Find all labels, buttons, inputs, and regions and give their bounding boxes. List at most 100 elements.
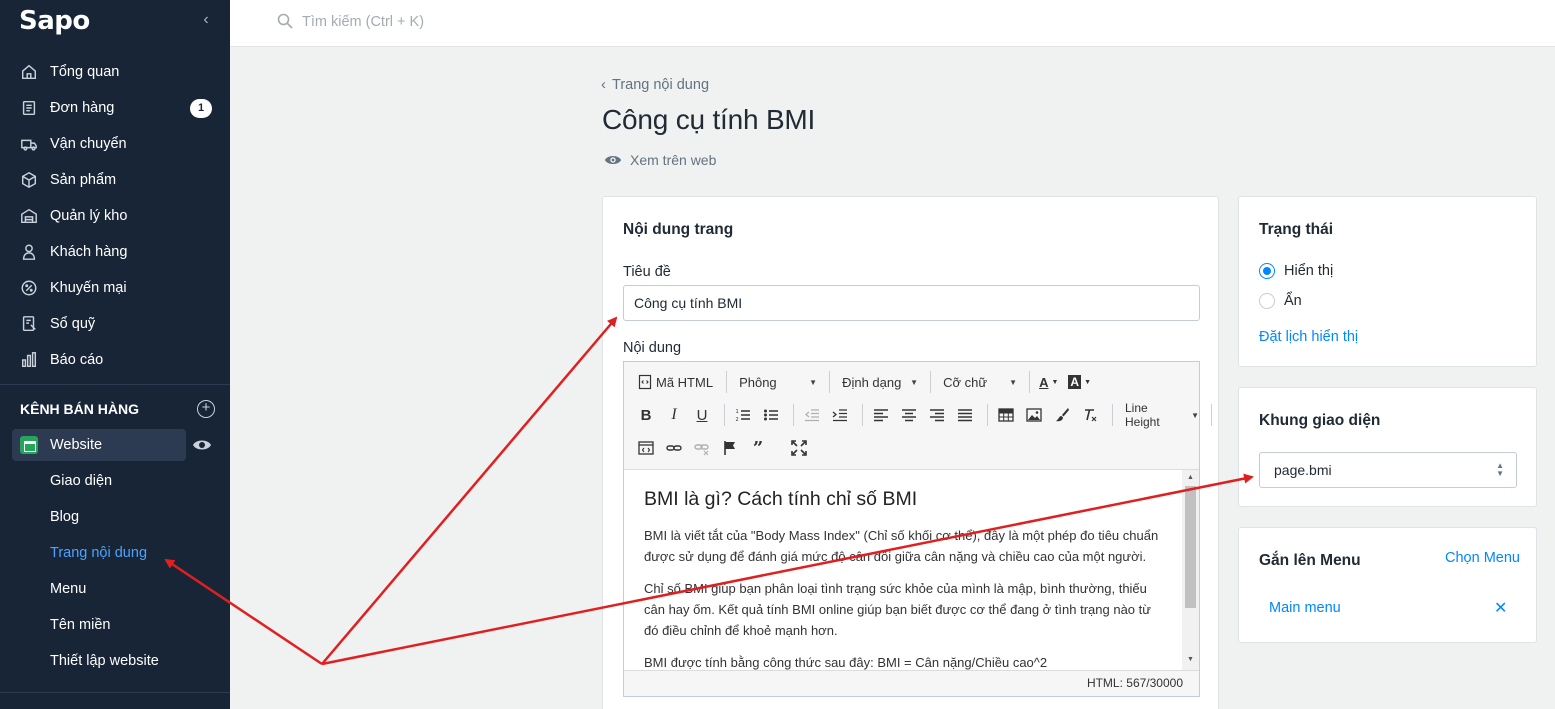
indent-icon — [832, 409, 847, 422]
align-center-button[interactable] — [897, 403, 921, 427]
sidebar-item-orders[interactable]: Đơn hàng 1 — [0, 90, 230, 126]
toolbar-separator — [1112, 404, 1113, 426]
remove-menu-close-icon[interactable]: ✕ — [1494, 598, 1507, 618]
sidebar-subitem-themes[interactable]: Giao diện — [0, 463, 230, 499]
search-input[interactable] — [302, 11, 602, 33]
sapo-logo[interactable]: Sapo — [19, 6, 90, 36]
eye-icon — [604, 155, 622, 165]
font-dropdown[interactable]: Phông ▼ — [733, 370, 823, 394]
align-left-button[interactable] — [869, 403, 893, 427]
template-select-value: page.bmi — [1274, 462, 1332, 478]
sidebar-item-customers[interactable]: Khách hàng — [0, 234, 230, 270]
add-channel-plus-icon[interactable]: + — [197, 400, 215, 418]
clear-format-button[interactable] — [1078, 403, 1102, 427]
html-source-button[interactable]: Mã HTML — [634, 370, 716, 394]
sidebar-item-label: Khuyến mại — [50, 280, 127, 296]
visibility-show-radio[interactable]: Hiển thị — [1259, 263, 1333, 279]
page-title: Công cụ tính BMI — [602, 104, 816, 135]
toolbar-separator — [930, 371, 932, 393]
radio-unselected-icon — [1259, 293, 1275, 309]
sidebar-item-reports[interactable]: Báo cáo — [0, 342, 230, 378]
sidebar-item-cashbook[interactable]: Sổ quỹ — [0, 306, 230, 342]
background-color-button[interactable]: A ▼ — [1065, 370, 1094, 394]
sidebar-item-inventory[interactable]: Quản lý kho — [0, 198, 230, 234]
choose-menu-link[interactable]: Chọn Menu — [1445, 550, 1520, 566]
discount-icon — [20, 279, 38, 297]
anchor-flag-button[interactable] — [718, 436, 742, 460]
fullscreen-button[interactable] — [787, 436, 811, 460]
sidebar-item-website[interactable]: Website — [12, 429, 186, 461]
select-arrows-icon: ▲ ▼ — [1496, 461, 1504, 478]
search-icon — [277, 13, 293, 29]
template-select[interactable]: page.bmi ▲ ▼ — [1259, 452, 1517, 488]
sidebar-subitem-domains[interactable]: Tên miền — [0, 607, 230, 643]
sidebar-item-label: Sổ quỹ — [50, 316, 96, 332]
sales-channel-heading: KÊNH BÁN HÀNG + — [20, 398, 215, 420]
code-view-button[interactable] — [634, 436, 658, 460]
schedule-visibility-link[interactable]: Đặt lịch hiển thị — [1259, 329, 1358, 345]
caret-down-icon: ▼ — [809, 377, 818, 387]
align-left-icon — [874, 409, 888, 422]
website-sub-nav: Giao diện Blog Trang nội dung Menu Tên m… — [0, 463, 230, 679]
unlink-button[interactable] — [690, 436, 714, 460]
arrow-to-title-input — [321, 316, 618, 665]
menu-item-link[interactable]: Main menu — [1269, 600, 1341, 616]
view-on-web-link[interactable]: Xem trên web — [604, 152, 716, 168]
editor-scrollbar[interactable]: ▲ ▼ — [1182, 470, 1199, 670]
text-color-button[interactable]: A ▼ — [1036, 370, 1061, 394]
scroll-up-arrow-icon[interactable]: ▲ — [1186, 474, 1195, 481]
format-dropdown-label: Định dạng — [842, 374, 902, 390]
visibility-hide-radio[interactable]: Ẩn — [1259, 293, 1302, 309]
fullscreen-icon — [791, 440, 807, 456]
sidebar-item-label: Sản phẩm — [50, 172, 117, 188]
collapse-sidebar-chevron-icon[interactable]: ‹ — [199, 10, 213, 30]
bold-button[interactable]: B — [634, 403, 658, 427]
align-justify-button[interactable] — [953, 403, 977, 427]
unlink-icon — [694, 444, 709, 456]
insert-table-button[interactable] — [994, 403, 1018, 427]
scrollbar-thumb[interactable] — [1185, 486, 1196, 608]
sidebar-item-label: Khách hàng — [50, 244, 128, 260]
format-painter-button[interactable] — [1050, 403, 1074, 427]
card-heading: Nội dung trang — [623, 221, 734, 238]
code-view-icon — [638, 441, 654, 455]
link-icon — [666, 445, 682, 451]
insert-image-button[interactable] — [1022, 403, 1046, 427]
breadcrumb-back-link[interactable]: ‹ Trang nội dung — [601, 76, 709, 93]
home-icon — [20, 63, 38, 81]
ordered-list-button[interactable]: 12 — [731, 403, 755, 427]
align-right-button[interactable] — [925, 403, 949, 427]
toolbar-separator — [793, 404, 794, 426]
content-heading: BMI là gì? Cách tính chỉ số BMI — [644, 488, 918, 510]
underline-button[interactable]: U — [690, 403, 714, 427]
radio-label: Hiển thị — [1284, 263, 1334, 279]
sidebar-item-promotions[interactable]: Khuyến mại — [0, 270, 230, 306]
editor-content-area[interactable]: BMI là gì? Cách tính chỉ số BMI BMI là v… — [624, 470, 1182, 670]
card-heading: Khung giao diện — [1259, 412, 1381, 429]
sidebar-item-label: Báo cáo — [50, 352, 104, 368]
line-height-dropdown[interactable]: Line Height ▼ — [1119, 401, 1205, 429]
outdent-button[interactable] — [800, 403, 824, 427]
truck-icon — [20, 135, 38, 153]
scroll-down-arrow-icon[interactable]: ▼ — [1186, 656, 1195, 663]
bullet-list-button[interactable] — [759, 403, 783, 427]
sidebar-item-products[interactable]: Sản phẩm — [0, 162, 230, 198]
blockquote-button[interactable]: ” — [746, 436, 770, 460]
sidebar-subitem-menu[interactable]: Menu — [0, 571, 230, 607]
sidebar-item-overview[interactable]: Tổng quan — [0, 54, 230, 90]
caret-down-icon: ▼ — [1191, 410, 1199, 420]
title-input[interactable] — [623, 285, 1200, 321]
sidebar-subitem-website-settings[interactable]: Thiết lập website — [0, 643, 230, 679]
sidebar-item-shipping[interactable]: Vận chuyển — [0, 126, 230, 162]
insert-link-button[interactable] — [662, 436, 686, 460]
indent-button[interactable] — [828, 403, 852, 427]
view-website-eye-icon[interactable] — [192, 436, 212, 454]
caret-down-icon: ▼ — [910, 377, 919, 387]
sidebar-subitem-blog[interactable]: Blog — [0, 499, 230, 535]
italic-button[interactable]: I — [662, 403, 686, 427]
font-size-dropdown[interactable]: Cỡ chữ ▼ — [937, 370, 1023, 394]
format-dropdown[interactable]: Định dạng ▼ — [836, 370, 924, 394]
sidebar-subitem-pages[interactable]: Trang nội dung — [0, 535, 230, 571]
content-paragraph: Chỉ số BMI giúp bạn phân loại tình trạng… — [644, 581, 1151, 638]
font-dropdown-label: Phông — [739, 374, 777, 390]
